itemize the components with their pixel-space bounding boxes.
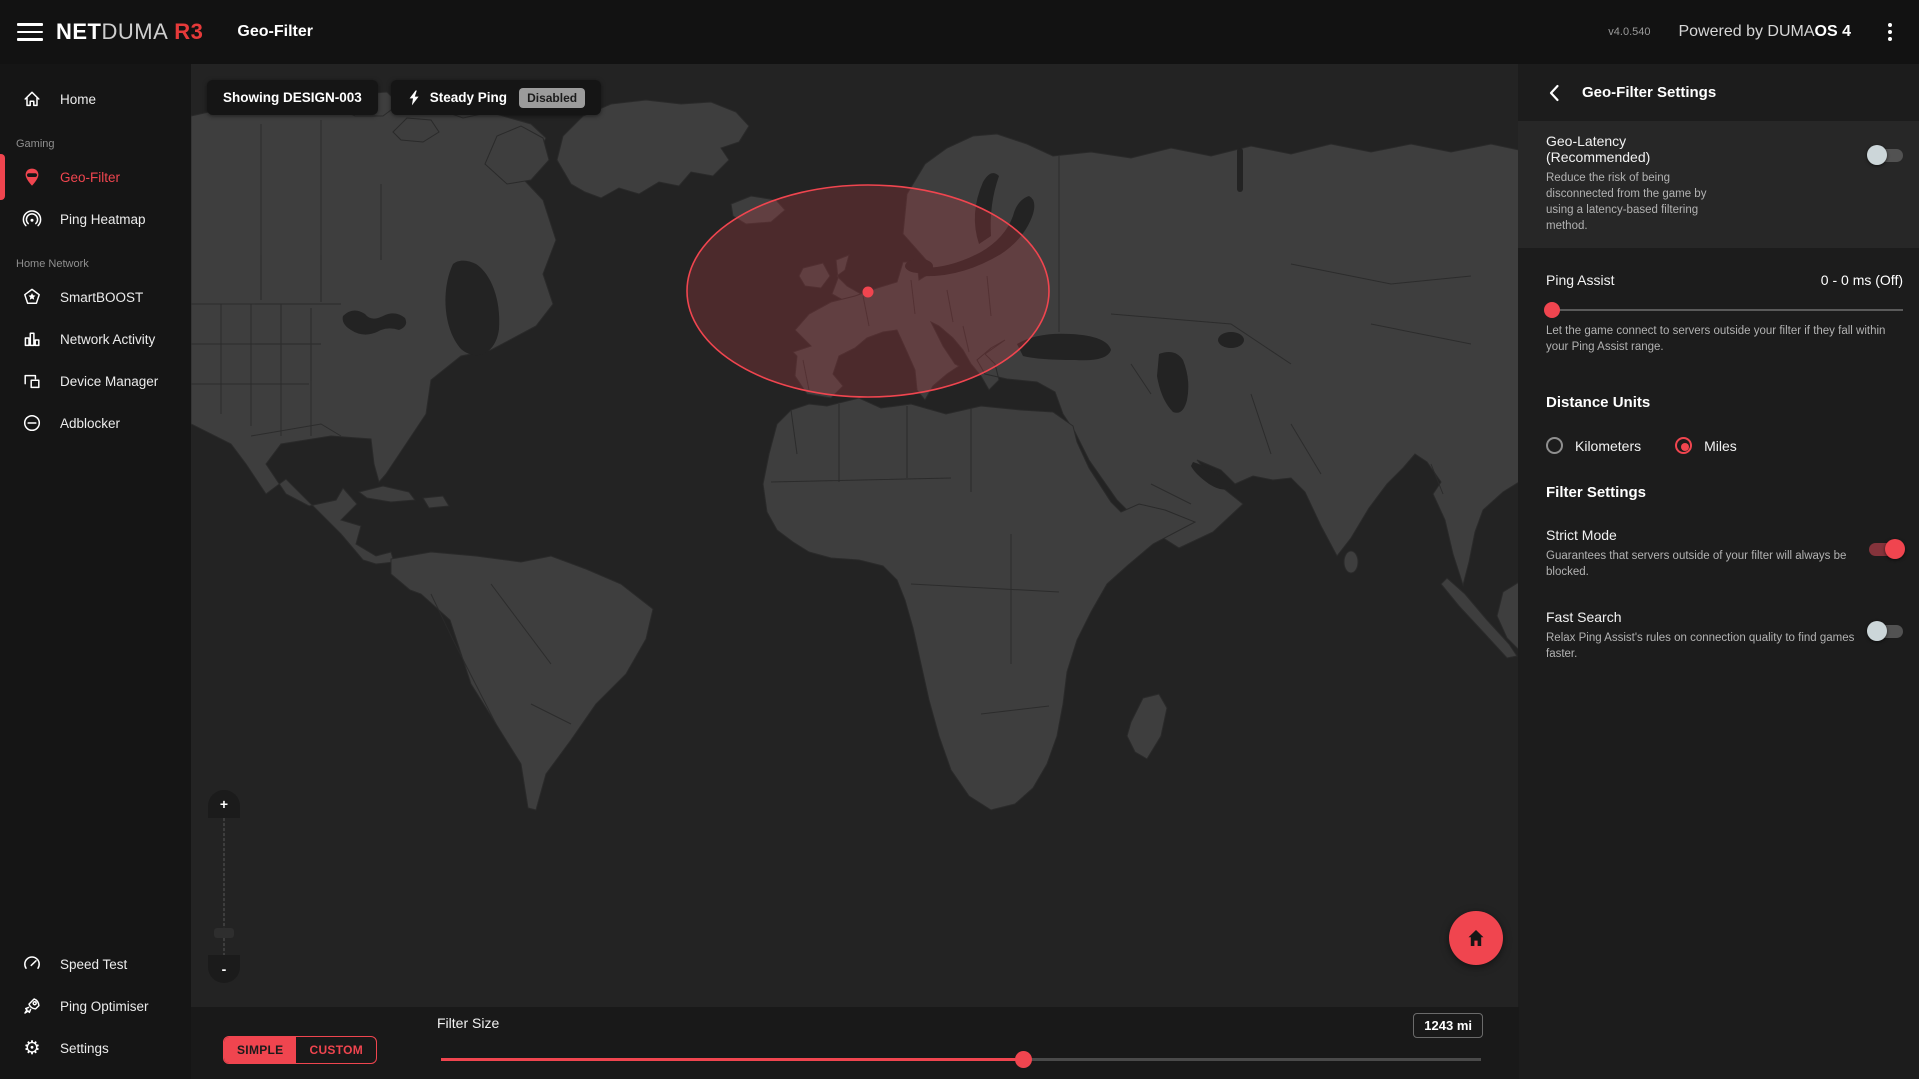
geo-latency-title: Geo-Latency (Recommended) — [1546, 133, 1708, 165]
sidebar-item-network-activity[interactable]: Network Activity — [0, 322, 191, 356]
ping-assist-description: Let the game connect to servers outside … — [1546, 324, 1903, 356]
showing-profile-button[interactable]: Showing DESIGN-003 — [207, 80, 378, 115]
panel-title: Geo-Filter Settings — [1582, 84, 1716, 101]
sidebar-item-label: Ping Optimiser — [60, 999, 149, 1014]
brand-net: NET — [56, 19, 102, 44]
sidebar-item-label: Network Activity — [60, 332, 155, 347]
mode-simple-button[interactable]: SIMPLE — [224, 1037, 296, 1063]
filter-settings-section: Filter Settings Strict Mode Guarantees t… — [1518, 470, 1919, 668]
sidebar-item-ping-optimiser[interactable]: Ping Optimiser — [0, 989, 191, 1023]
sidebar-item-label: Geo-Filter — [60, 170, 120, 185]
geo-latency-toggle[interactable] — [1869, 149, 1903, 162]
filter-size-fill — [441, 1058, 1023, 1061]
filter-size-bar: SIMPLE CUSTOM Filter Size 1243 mi — [191, 1007, 1519, 1079]
speed-test-icon — [21, 953, 43, 975]
ping-assist-slider[interactable] — [1546, 302, 1903, 318]
sidebar-item-speed-test[interactable]: Speed Test — [0, 947, 191, 981]
gear-icon: ⚙ — [21, 1037, 43, 1059]
smartboost-icon — [21, 286, 43, 308]
app-header: NETDUMAR3 Geo-Filter v4.0.540 Powered by… — [0, 0, 1919, 64]
back-chevron-icon[interactable] — [1548, 84, 1560, 102]
sidebar-item-settings[interactable]: ⚙ Settings — [0, 1031, 191, 1065]
adblocker-icon — [21, 412, 43, 434]
rocket-icon — [21, 995, 43, 1017]
home-location-dot — [863, 287, 874, 298]
distance-units-title: Distance Units — [1546, 394, 1903, 411]
world-map — [191, 64, 1519, 1007]
showing-profile-label: Showing DESIGN-003 — [223, 90, 362, 105]
page-title: Geo-Filter — [237, 23, 313, 41]
radio-label: Miles — [1704, 438, 1737, 454]
radio-label: Kilometers — [1575, 438, 1641, 454]
bar-chart-icon — [21, 328, 43, 350]
zoom-out-button[interactable]: - — [208, 955, 240, 983]
zoom-in-button[interactable]: + — [208, 790, 240, 818]
ping-assist-section: Ping Assist 0 - 0 ms (Off) Let the game … — [1518, 248, 1919, 362]
steady-ping-button[interactable]: Steady Ping Disabled — [391, 80, 601, 115]
filter-size-value: 1243 mi — [1413, 1013, 1483, 1038]
distance-units-section: Distance Units Kilometers Miles — [1518, 380, 1919, 470]
ping-assist-value: 0 - 0 ms (Off) — [1821, 272, 1903, 288]
zoom-slider-track[interactable] — [223, 818, 225, 955]
radio-circle — [1675, 437, 1692, 454]
steady-ping-label: Steady Ping — [430, 90, 507, 105]
sidebar-section-home-network: Home Network — [0, 244, 191, 272]
geo-filter-pin-icon — [21, 166, 43, 188]
fast-search-toggle[interactable] — [1869, 625, 1903, 638]
radio-circle — [1546, 437, 1563, 454]
zoom-slider-handle[interactable] — [214, 928, 234, 938]
brand-duma: DUMA — [102, 19, 169, 44]
home-location-button[interactable] — [1449, 911, 1503, 965]
sidebar-item-label: Adblocker — [60, 416, 120, 431]
brand-model: R3 — [174, 19, 203, 44]
device-manager-icon — [21, 370, 43, 392]
ping-assist-thumb[interactable] — [1544, 302, 1560, 318]
sidebar-item-label: Speed Test — [60, 957, 127, 972]
filter-size-label: Filter Size — [437, 1015, 499, 1031]
home-icon — [21, 88, 43, 110]
strict-mode-description: Guarantees that servers outside of your … — [1546, 549, 1856, 581]
radio-kilometers[interactable]: Kilometers — [1546, 437, 1641, 454]
sidebar-item-adblocker[interactable]: Adblocker — [0, 406, 191, 440]
menu-icon[interactable] — [17, 23, 43, 41]
powered-by: Powered by DUMAOS 4 — [1678, 23, 1851, 41]
filter-size-thumb[interactable] — [1015, 1051, 1032, 1068]
ping-heatmap-icon — [21, 208, 43, 230]
steady-ping-status-badge: Disabled — [519, 88, 585, 108]
filter-size-slider[interactable] — [441, 1051, 1481, 1067]
kebab-menu-icon[interactable] — [1877, 19, 1903, 45]
brand-logo: NETDUMAR3 — [56, 19, 203, 45]
sidebar-item-label: Device Manager — [60, 374, 158, 389]
sidebar-item-label: SmartBOOST — [60, 290, 143, 305]
sidebar-item-smartboost[interactable]: SmartBOOST — [0, 280, 191, 314]
sidebar-section-gaming: Gaming — [0, 124, 191, 152]
mode-segmented-control: SIMPLE CUSTOM — [223, 1036, 377, 1064]
filter-settings-title: Filter Settings — [1546, 484, 1903, 501]
home-icon — [1465, 927, 1487, 949]
sidebar-item-label: Home — [60, 92, 96, 107]
ping-assist-track — [1546, 309, 1903, 311]
strict-mode-title: Strict Mode — [1546, 527, 1856, 543]
geo-latency-section: Geo-Latency (Recommended) Reduce the ris… — [1518, 121, 1919, 248]
sidebar-item-label: Settings — [60, 1041, 109, 1056]
sidebar: Home Gaming Geo-Filter Ping Heatmap Home… — [0, 64, 191, 1079]
lightning-bolt-icon — [407, 90, 421, 106]
geo-filter-settings-panel: Geo-Filter Settings Geo-Latency (Recomme… — [1518, 64, 1919, 1079]
strict-mode-toggle[interactable] — [1869, 543, 1903, 556]
fast-search-description: Relax Ping Assist's rules on connection … — [1546, 631, 1856, 663]
ping-assist-label: Ping Assist — [1546, 272, 1614, 288]
geo-latency-description: Reduce the risk of being disconnected fr… — [1546, 171, 1708, 234]
sidebar-item-geo-filter[interactable]: Geo-Filter — [0, 160, 191, 194]
map-zoom-control: + - — [208, 790, 240, 983]
geo-filter-map[interactable]: Showing DESIGN-003 Steady Ping Disabled … — [191, 64, 1519, 1007]
fast-search-title: Fast Search — [1546, 609, 1856, 625]
sidebar-item-label: Ping Heatmap — [60, 212, 146, 227]
firmware-version: v4.0.540 — [1608, 26, 1650, 38]
sidebar-item-home[interactable]: Home — [0, 82, 191, 116]
sidebar-item-ping-heatmap[interactable]: Ping Heatmap — [0, 202, 191, 236]
sidebar-item-device-manager[interactable]: Device Manager — [0, 364, 191, 398]
radio-miles[interactable]: Miles — [1675, 437, 1737, 454]
mode-custom-button[interactable]: CUSTOM — [296, 1037, 376, 1063]
